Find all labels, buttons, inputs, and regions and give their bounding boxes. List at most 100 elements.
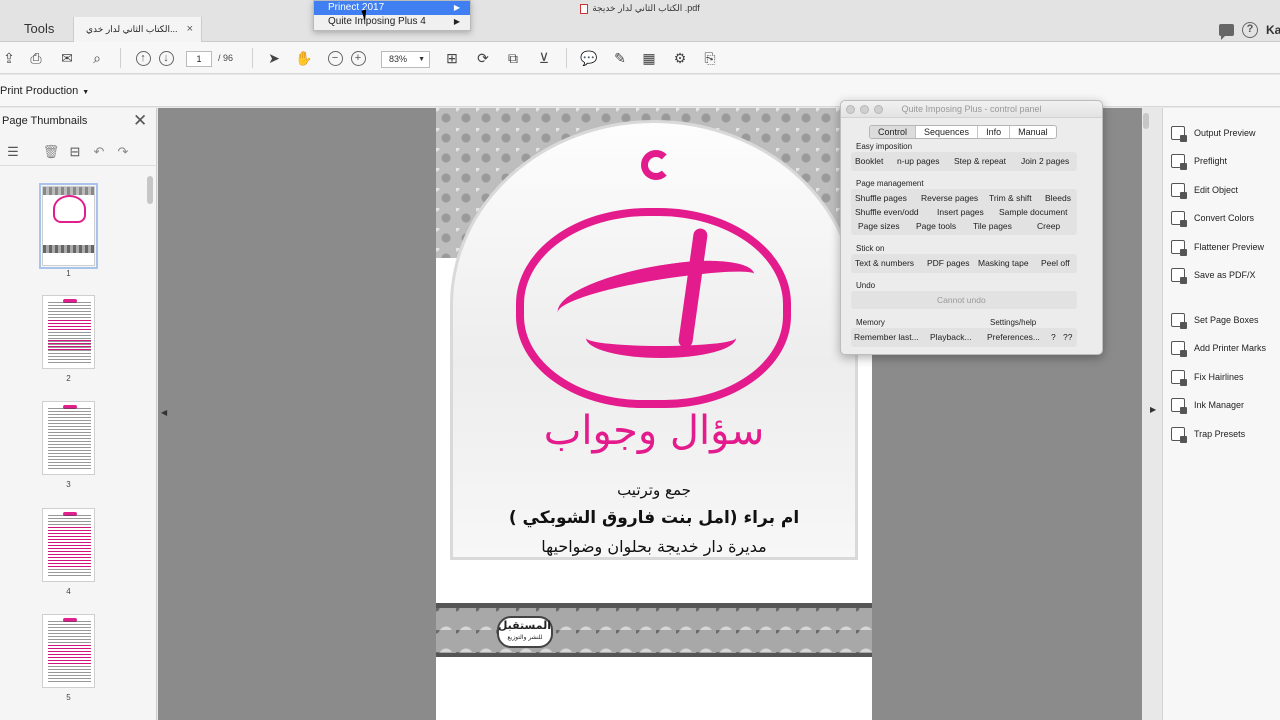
comment-bubble-icon[interactable]: [1219, 24, 1234, 40]
output-icon[interactable]: ⎘: [701, 49, 719, 67]
thumbnails-scrollbar[interactable]: [147, 176, 153, 204]
remember-last-button[interactable]: Remember last...: [854, 332, 919, 342]
thumbnail-page-5[interactable]: [42, 614, 95, 688]
search-icon[interactable]: ⌕: [88, 49, 106, 67]
tab-info[interactable]: Info: [978, 126, 1011, 138]
tool-label: Save as PDF/X: [1194, 270, 1256, 280]
pen-icon[interactable]: ✎: [611, 49, 629, 67]
section-undo: Undo: [856, 281, 876, 290]
print-icon[interactable]: ⎙: [27, 49, 45, 67]
tool-save-pdfx[interactable]: Save as PDF/X: [1171, 266, 1256, 284]
bleeds-button[interactable]: Bleeds: [1045, 193, 1071, 203]
tab-tools[interactable]: Tools: [0, 17, 74, 42]
sample-document-button[interactable]: Sample document: [999, 207, 1068, 217]
masking-tape-button[interactable]: Masking tape: [978, 258, 1029, 268]
page-tools-button[interactable]: Page tools: [916, 221, 956, 231]
shuffle-even-odd-button[interactable]: Shuffle even/odd: [855, 207, 919, 217]
document-scrollbar[interactable]: [1143, 113, 1149, 129]
fit-page-icon[interactable]: ⊞: [443, 49, 461, 67]
panel-tabs: Control Sequences Info Manual: [869, 125, 1057, 139]
tool-add-printer-marks[interactable]: Add Printer Marks: [1171, 339, 1266, 357]
redo-icon[interactable]: ↷: [114, 143, 132, 161]
preferences-button[interactable]: Preferences...: [987, 332, 1040, 342]
stamp-icon[interactable]: ⊻: [535, 49, 553, 67]
tool-set-page-boxes[interactable]: Set Page Boxes: [1171, 311, 1259, 329]
user-account-label[interactable]: Ka: [1266, 23, 1280, 37]
tab-sequences[interactable]: Sequences: [916, 126, 979, 138]
page-up-icon[interactable]: ↑: [134, 49, 152, 67]
gear-icon[interactable]: ⚙: [671, 49, 689, 67]
page-down-icon[interactable]: ↓: [157, 49, 175, 67]
thumbnail-number: 3: [66, 480, 71, 489]
print-production-tools-pane: Output Preview Preflight Edit Object Con…: [1162, 108, 1280, 720]
convert-colors-icon: [1171, 211, 1187, 227]
tool-fix-hairlines[interactable]: Fix Hairlines: [1171, 368, 1244, 386]
step-repeat-button[interactable]: Step & repeat: [954, 156, 1006, 166]
tool-trap-presets[interactable]: Trap Presets: [1171, 425, 1245, 443]
zoom-out-icon[interactable]: −: [326, 49, 344, 67]
join-2-pages-button[interactable]: Join 2 pages: [1021, 156, 1069, 166]
insert-pages-button[interactable]: Insert pages: [937, 207, 984, 217]
thumbnail-page-4[interactable]: [42, 508, 95, 582]
thumbnail-options-icon[interactable]: ☰: [4, 143, 22, 161]
tool-convert-colors[interactable]: Convert Colors: [1171, 209, 1254, 227]
tab-control[interactable]: Control: [870, 126, 917, 138]
collapse-left-pane-icon[interactable]: ◀: [161, 408, 167, 417]
hand-tool-icon[interactable]: ✋: [295, 49, 313, 67]
zoom-select[interactable]: 83% ▼: [381, 51, 430, 68]
flattener-preview-icon: [1171, 240, 1187, 256]
extended-help-button[interactable]: ??: [1063, 332, 1072, 342]
toolbar-divider: [252, 48, 253, 68]
reverse-pages-button[interactable]: Reverse pages: [921, 193, 978, 203]
crop-icon[interactable]: ⧉: [504, 49, 522, 67]
rotate-icon[interactable]: ⟳: [474, 49, 492, 67]
tool-preflight[interactable]: Preflight: [1171, 152, 1227, 170]
shuffle-pages-button[interactable]: Shuffle pages: [855, 193, 907, 203]
panel-titlebar[interactable]: Quite Imposing Plus - control panel: [841, 101, 1102, 118]
thumbnail-emblem: [53, 195, 86, 223]
tool-edit-object[interactable]: Edit Object: [1171, 181, 1238, 199]
playback-button[interactable]: Playback...: [930, 332, 972, 342]
undo-icon[interactable]: ↶: [90, 143, 108, 161]
tab-manual[interactable]: Manual: [1010, 126, 1056, 138]
thumbnail-page-3[interactable]: [42, 401, 95, 475]
window-title: الكتاب الثاني لدار خديجة .pdf: [592, 3, 700, 13]
pdf-pages-button[interactable]: PDF pages: [927, 258, 970, 268]
tool-flattener-preview[interactable]: Flattener Preview: [1171, 238, 1264, 256]
text-numbers-button[interactable]: Text & numbers: [855, 258, 914, 268]
help-button[interactable]: ?: [1051, 332, 1056, 342]
thumbnail-toolbar: ☰ 🗑 ⊟ ↶ ↷: [0, 138, 157, 166]
trim-shift-button[interactable]: Trim & shift: [989, 193, 1032, 203]
menu-item-quite-imposing[interactable]: Quite Imposing Plus 4 ▶: [314, 15, 470, 29]
expand-right-pane-icon[interactable]: ▶: [1150, 405, 1156, 414]
tab-close-icon[interactable]: ×: [187, 17, 193, 41]
page-number-input[interactable]: 1: [186, 51, 212, 67]
nup-pages-button[interactable]: n-up pages: [897, 156, 940, 166]
tab-document[interactable]: الكتاب الثاني لدار خدي... ×: [74, 17, 202, 42]
comment-icon[interactable]: 💬: [580, 49, 598, 67]
help-icon[interactable]: ?: [1242, 22, 1258, 38]
chevron-down-icon: ▼: [418, 56, 425, 63]
peel-off-button[interactable]: Peel off: [1041, 258, 1070, 268]
crescent-ornament: [641, 150, 671, 180]
trash-icon[interactable]: 🗑: [42, 143, 60, 161]
upload-icon[interactable]: ⇪: [0, 49, 18, 67]
page-sizes-button[interactable]: Page sizes: [858, 221, 900, 231]
tool-output-preview[interactable]: Output Preview: [1171, 124, 1256, 142]
insert-page-icon[interactable]: ⊟: [66, 143, 84, 161]
creep-button[interactable]: Creep: [1037, 221, 1060, 231]
thumbnail-page-1[interactable]: [39, 183, 98, 269]
booklet-button[interactable]: Booklet: [855, 156, 883, 166]
zoom-in-icon[interactable]: +: [349, 49, 367, 67]
tool-ink-manager[interactable]: Ink Manager: [1171, 396, 1244, 414]
toolset-dropdown[interactable]: Print Production ▼: [0, 85, 89, 97]
text-recognition-icon[interactable]: ▦: [640, 49, 658, 67]
thumbnail-pink-text: [48, 645, 91, 665]
section-stick-on: Stick on: [856, 244, 885, 253]
mail-icon[interactable]: ✉: [58, 49, 76, 67]
select-arrow-icon[interactable]: ➤: [265, 49, 283, 67]
menu-item-prinect[interactable]: Prinect 2017 ▶: [314, 1, 470, 15]
thumbnail-page-2[interactable]: [42, 295, 95, 369]
close-icon[interactable]: ✕: [133, 112, 147, 129]
tile-pages-button[interactable]: Tile pages: [973, 221, 1012, 231]
